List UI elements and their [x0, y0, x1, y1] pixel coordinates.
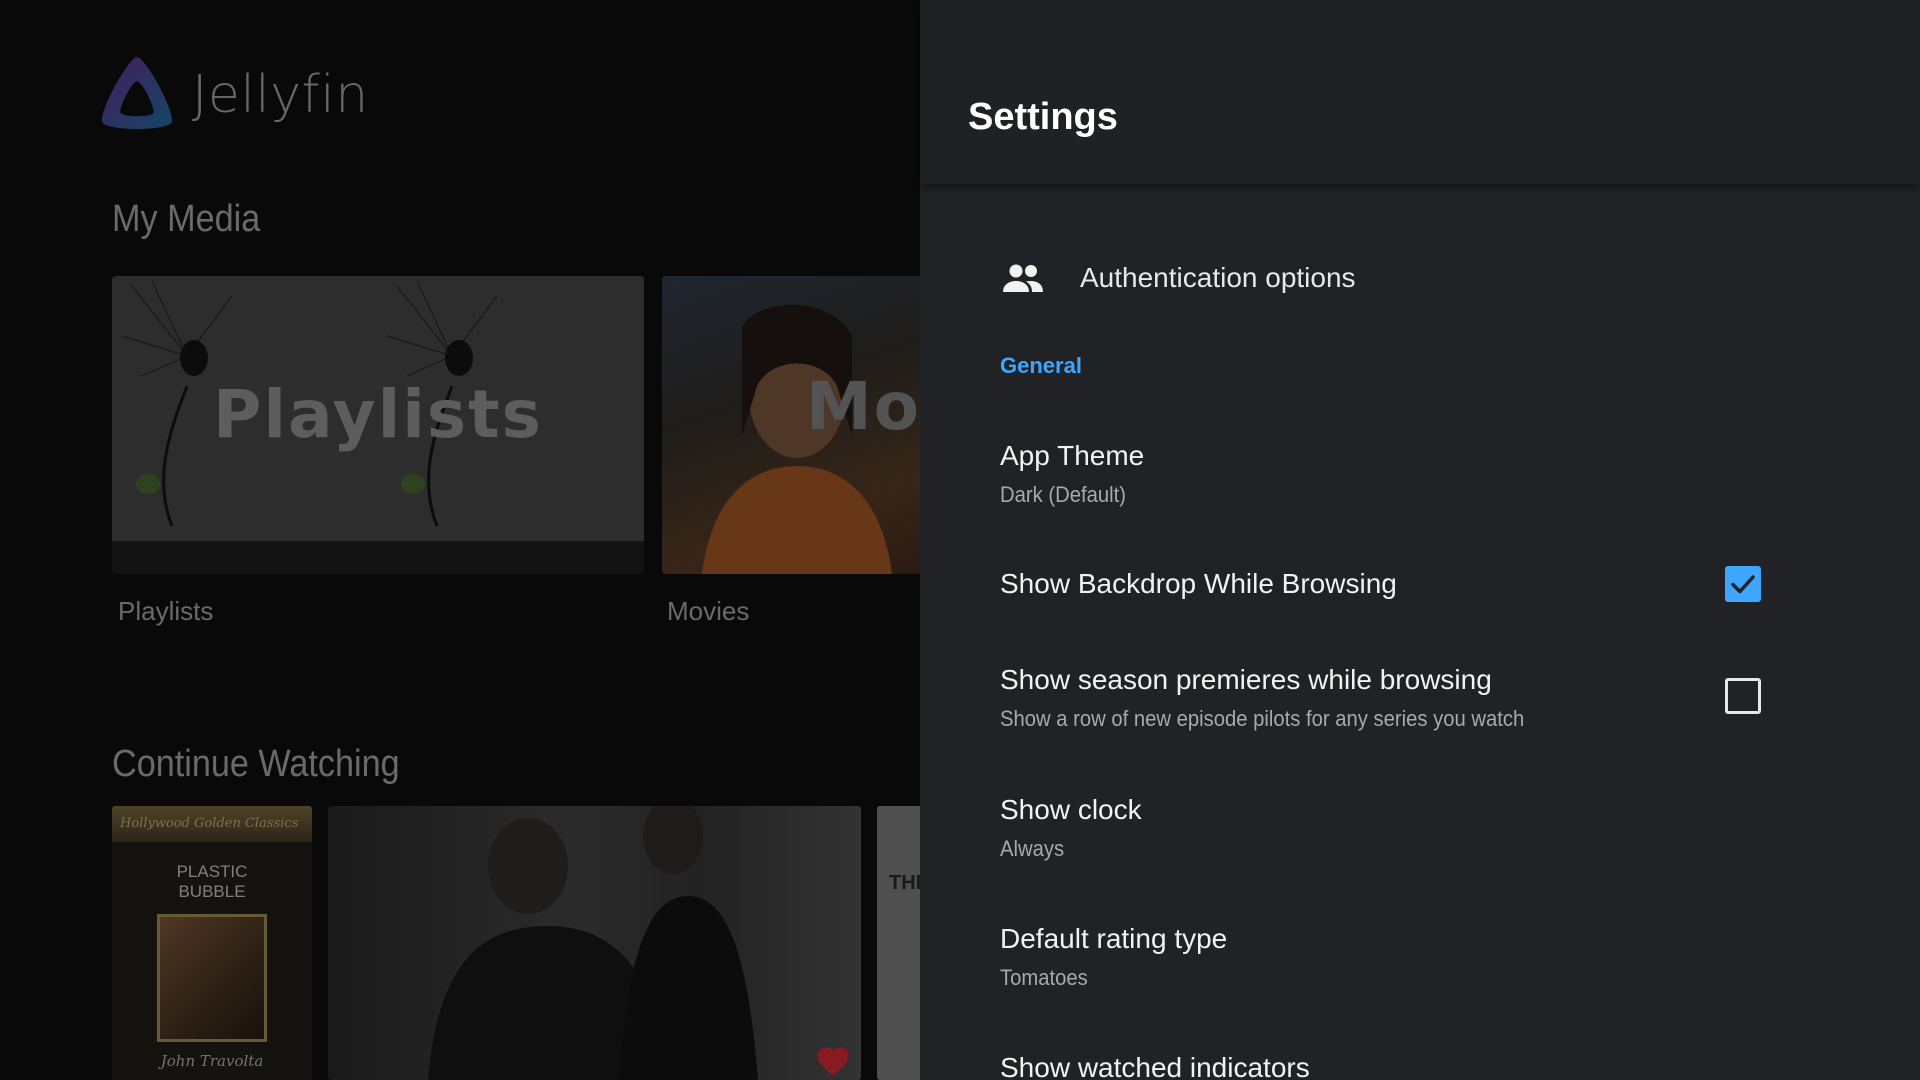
- rating-type-value: Tomatoes: [1000, 965, 1088, 990]
- season-premieres-title: Show season premieres while browsing: [1000, 664, 1492, 695]
- show-backdrop-setting[interactable]: Show Backdrop While Browsing: [920, 560, 1920, 610]
- watched-indicators-title: Show watched indicators: [1000, 1052, 1310, 1080]
- show-clock-value: Always: [1000, 836, 1065, 861]
- show-clock-title: Show clock: [1000, 794, 1142, 825]
- show-clock-setting[interactable]: Show clock Always: [920, 786, 1920, 866]
- settings-title: Settings: [968, 96, 1118, 138]
- rating-type-setting[interactable]: Default rating type Tomatoes: [920, 915, 1920, 995]
- app-theme-setting[interactable]: App Theme Dark (Default): [920, 430, 1920, 520]
- settings-header: Settings: [920, 0, 1920, 184]
- home-screen: Jellyfin My Media Playlists Playlists Mo…: [0, 0, 920, 1080]
- authentication-options-item[interactable]: Authentication options: [920, 252, 1920, 308]
- people-icon: [1003, 264, 1043, 292]
- app-theme-title: App Theme: [1000, 440, 1145, 471]
- section-general-header: General: [1000, 353, 1082, 378]
- season-premieres-subtitle: Show a row of new episode pilots for any…: [1000, 706, 1525, 731]
- rating-type-title: Default rating type: [1000, 923, 1228, 954]
- settings-panel: Settings Authentication options General …: [920, 0, 1920, 1080]
- app-theme-value: Dark (Default): [1000, 482, 1126, 507]
- authentication-options-label: Authentication options: [1080, 262, 1356, 293]
- season-premieres-checkbox[interactable]: [1725, 678, 1761, 714]
- checkmark-icon: [1731, 575, 1755, 594]
- season-premieres-setting[interactable]: Show season premieres while browsing Sho…: [920, 656, 1920, 736]
- watched-indicators-setting[interactable]: Show watched indicators: [920, 1044, 1920, 1080]
- show-backdrop-checkbox[interactable]: [1725, 566, 1761, 602]
- show-backdrop-title: Show Backdrop While Browsing: [1000, 568, 1397, 599]
- background-dim-overlay: [0, 0, 920, 1080]
